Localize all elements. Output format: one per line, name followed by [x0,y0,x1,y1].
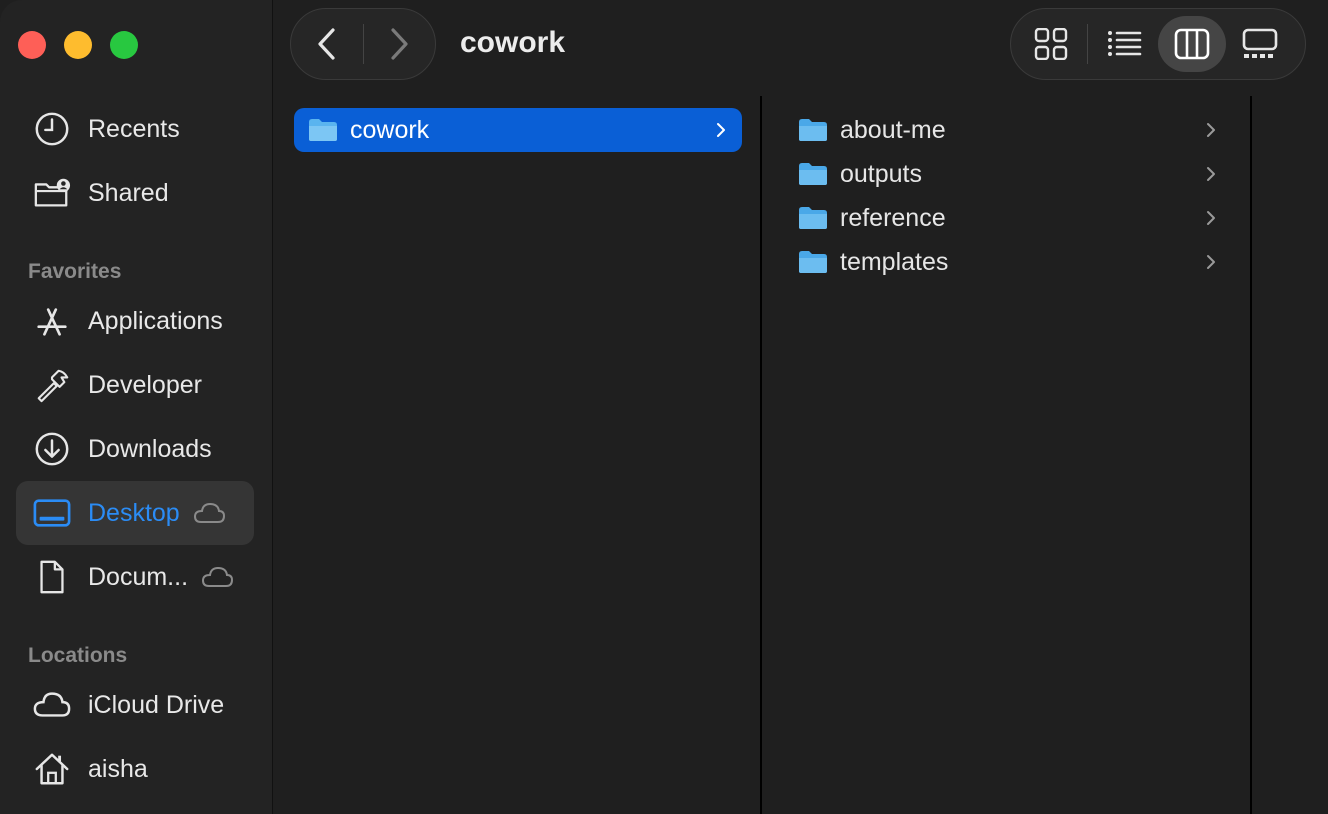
folder-row-about-me[interactable]: about-me [784,108,1232,152]
back-button[interactable] [291,8,363,80]
sidebar-item-label: Docum... [88,562,189,591]
toolbar: cowork [274,0,1328,96]
gallery-view-button[interactable] [1226,16,1294,72]
sidebar-item-documents[interactable]: Docum... [16,545,254,609]
folder-row-reference[interactable]: reference [784,196,1232,240]
icon-view-button[interactable] [1017,16,1085,72]
folder-row-templates[interactable]: templates [784,240,1232,284]
icloud-status-icon [192,496,226,530]
sidebar-item-home[interactable]: aisha [16,737,254,801]
desktop-icon [32,493,72,533]
window-controls [18,31,138,59]
folder-name: about-me [840,115,946,144]
sidebar-item-applications[interactable]: Applications [16,289,254,353]
column-view-button[interactable] [1158,16,1226,72]
folder-row-outputs[interactable]: outputs [784,152,1232,196]
folder-icon [799,207,827,229]
sidebar-item-downloads[interactable]: Downloads [16,417,254,481]
chevron-left-icon [318,28,335,60]
minimize-window-button[interactable] [64,31,92,59]
gallery-icon [1242,28,1278,58]
sidebar-item-label: Applications [88,306,223,335]
sidebar-item-icloud-drive[interactable]: iCloud Drive [16,673,254,737]
sidebar-item-desktop[interactable]: Desktop [16,481,254,545]
sidebar-item-label: aisha [88,754,148,783]
download-icon [32,429,72,469]
applications-icon [32,301,72,341]
close-window-button[interactable] [18,31,46,59]
sidebar-item-label: Downloads [88,434,212,463]
chevron-right-icon [717,123,725,137]
document-icon [32,557,72,597]
sidebar-item-label: Shared [88,178,169,207]
chevron-right-icon [1207,167,1215,181]
browser-column-3 [1254,96,1328,814]
folder-name: cowork [350,115,430,144]
sidebar-item-developer[interactable]: Developer [16,353,254,417]
browser-column-1: cowork [274,96,762,814]
chevron-right-icon [1207,211,1215,225]
list-icon [1108,31,1142,56]
list-view-button[interactable] [1090,16,1158,72]
sidebar-item-shared[interactable]: Shared [16,161,254,225]
home-icon [32,749,72,789]
sidebar-item-label: Desktop [88,498,180,527]
shared-folder-icon [32,173,72,213]
finder-window: Recents Shared Favorites Applications De… [0,0,1328,814]
folder-icon [799,163,827,185]
sidebar: Recents Shared Favorites Applications De… [0,0,273,814]
chevron-right-icon [1207,255,1215,269]
folder-icon [799,119,827,141]
folder-name: templates [840,247,949,276]
folder-name: outputs [840,159,923,188]
locations-heading: Locations [28,644,128,667]
clock-icon [32,109,72,149]
folder-icon [309,119,337,141]
sidebar-item-label: Recents [88,114,180,143]
folder-icon [799,251,827,273]
cloud-icon [32,685,72,725]
folder-name: reference [840,203,946,232]
icloud-status-icon [200,560,234,594]
window-title: cowork [460,26,566,59]
navigation-buttons [290,8,436,80]
browser-column-2: about-me outputs reference templates [764,96,1252,814]
forward-button[interactable] [364,8,436,80]
view-mode-selector [1010,8,1306,80]
chevron-right-icon [1207,123,1215,137]
columns-icon [1174,28,1210,60]
hammer-icon [32,365,72,405]
sidebar-item-label: iCloud Drive [88,690,225,719]
chevron-right-icon [391,28,408,60]
folder-row-cowork[interactable]: cowork [294,108,742,152]
zoom-window-button[interactable] [110,31,138,59]
favorites-heading: Favorites [28,260,122,283]
divider [1087,24,1088,64]
sidebar-item-recents[interactable]: Recents [16,97,254,161]
sidebar-item-label: Developer [88,370,202,399]
grid-icon [1034,28,1068,60]
